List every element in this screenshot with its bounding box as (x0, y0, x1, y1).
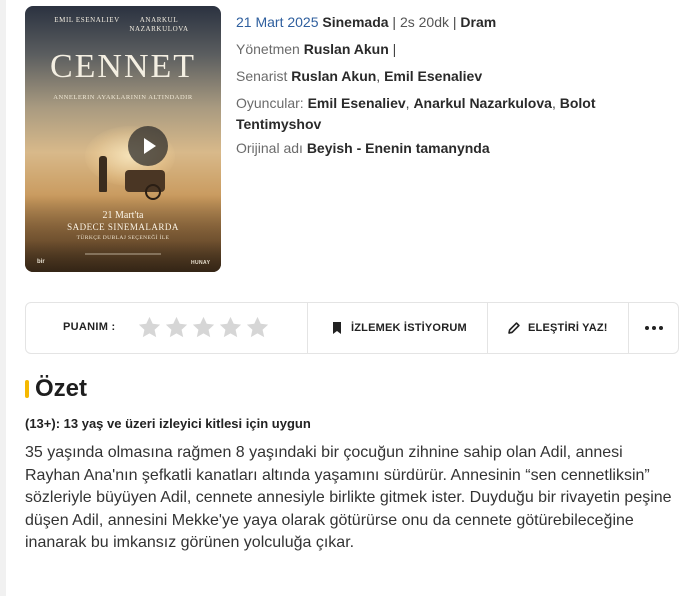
poster-brand-logo-right: HUNAY (191, 260, 211, 266)
write-review-button[interactable]: ELEŞTİRİ YAZ! (507, 303, 608, 353)
cast-link-1[interactable]: Emil Esenaliev (308, 95, 406, 111)
poster-release-line: 21 Mart'ta (102, 210, 144, 221)
poster-cinema-line: SADECE SINEMALARDA (67, 222, 179, 232)
summary-heading: Özet (35, 375, 88, 402)
cast-label: Oyuncular: (236, 95, 304, 111)
pencil-icon (507, 321, 521, 335)
poster-actor-2: ANARKUL NAZARKULOVA (129, 16, 189, 33)
star-icon[interactable] (218, 315, 243, 340)
director-row: Yönetmen Ruslan Akun | (236, 39, 396, 60)
original-title-row: Orijinal adı Beyish - Enenin tamanynda (236, 138, 490, 159)
bookmark-icon (330, 321, 344, 335)
writer-row: Senarist Ruslan Akun, Emil Esenaliev (236, 68, 483, 84)
more-options-button[interactable] (629, 303, 679, 353)
separator: | (392, 14, 397, 30)
movie-poster[interactable]: EMIL ESENALIEV ANARKUL NAZARKULOVA CENNE… (25, 6, 221, 272)
action-bar: PUANIM : İZLEMEK İSTİYORUM ELEŞTİRİ YAZ! (25, 302, 679, 354)
ellipsis-icon (645, 326, 649, 330)
release-date-link[interactable]: 21 Mart 2025 (236, 14, 319, 30)
writer-link-2[interactable]: Emil Esenaliev (384, 68, 482, 84)
director-label: Yönetmen (236, 41, 300, 57)
ellipsis-icon (659, 326, 663, 330)
page-left-rail (0, 0, 6, 596)
separator: | (452, 14, 457, 30)
write-review-label: ELEŞTİRİ YAZ! (528, 322, 608, 334)
poster-cart-wheel (145, 184, 161, 200)
age-rating: (13+): 13 yaş ve üzeri izleyici kitlesi … (25, 416, 311, 431)
cast-link-2[interactable]: Anarkul Nazarkulova (413, 95, 552, 111)
action-divider (307, 303, 308, 353)
play-icon (144, 138, 156, 154)
poster-title: CENNET (49, 48, 197, 85)
original-title: Beyish - Enenin tamanynda (306, 140, 490, 156)
action-divider (487, 303, 488, 353)
watchlist-label: İZLEMEK İSTİYORUM (351, 322, 467, 334)
poster-dub-line: TÜRKÇE DUBLAJ SEÇENEĞİ İLE (76, 235, 170, 241)
star-icon[interactable] (164, 315, 189, 340)
section-accent-bar (25, 380, 29, 398)
release-row: 21 Mart 2025 Sinemada | 2s 20dk | Dram (236, 12, 496, 33)
duration: 2s 20dk (399, 14, 449, 30)
poster-brand-logo-left: bir (37, 259, 45, 265)
poster-credits-block (85, 253, 161, 255)
watchlist-button[interactable]: İZLEMEK İSTİYORUM (330, 303, 467, 353)
poster-actor-1: EMIL ESENALIEV (54, 16, 120, 24)
rating-label: PUANIM : (63, 321, 116, 333)
rating-stars[interactable] (137, 315, 270, 341)
separator: | (392, 41, 397, 57)
writer-link-1[interactable]: Ruslan Akun (291, 68, 376, 84)
poster-figure (99, 156, 107, 192)
release-status: Sinemada (322, 14, 389, 30)
ellipsis-icon (652, 326, 656, 330)
star-icon[interactable] (137, 315, 162, 340)
star-icon[interactable] (191, 315, 216, 340)
writer-label: Senarist (236, 68, 288, 84)
summary-text: 35 yaşında olmasına rağmen 8 yaşındaki b… (25, 444, 672, 551)
original-title-label: Orijinal adı (236, 140, 303, 156)
star-icon[interactable] (245, 315, 270, 340)
genre-link[interactable]: Dram (460, 14, 496, 30)
director-link[interactable]: Ruslan Akun (304, 41, 389, 57)
poster-subtitle: ANNELERIN AYAKLARININ ALTINDADIR (53, 94, 193, 101)
play-trailer-button[interactable] (128, 126, 168, 166)
cast-row: Oyuncular: Emil Esenaliev, Anarkul Nazar… (236, 95, 596, 132)
